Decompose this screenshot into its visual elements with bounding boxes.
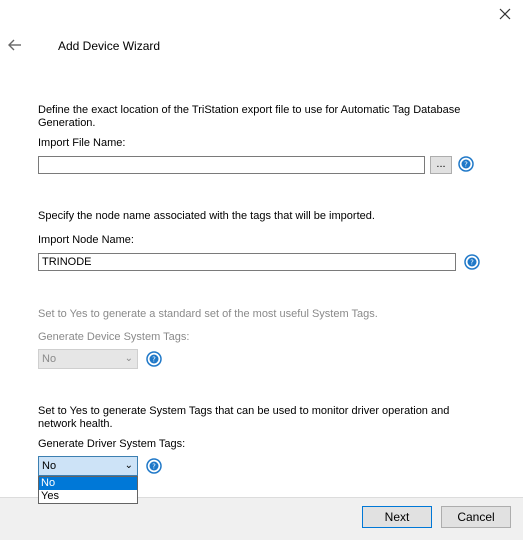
driver-tags-value: No [42,460,57,472]
driver-tags-dropdown: No Yes [38,476,138,504]
svg-text:?: ? [152,463,156,471]
next-button[interactable]: Next [362,506,432,528]
driver-tags-description: Set to Yes to generate System Tags that … [38,405,450,430]
chevron-down-icon: ⌄ [124,353,133,364]
device-tags-label: Generate Device System Tags: [38,331,190,343]
browse-button[interactable]: ... [430,156,452,174]
node-name-input[interactable]: TRINODE [38,253,456,271]
page-title: Add Device Wizard [58,39,161,53]
driver-tags-label: Generate Driver System Tags: [38,438,186,450]
cancel-button[interactable]: Cancel [441,506,511,528]
svg-text:?: ? [470,259,474,267]
back-arrow-icon[interactable] [8,38,22,52]
help-icon[interactable]: ? [146,351,162,367]
dropdown-option-yes[interactable]: Yes [39,490,137,503]
node-label: Import Node Name: [38,234,134,246]
device-tags-description: Set to Yes to generate a standard set of… [38,308,378,320]
node-description: Specify the node name associated with th… [38,210,375,222]
device-tags-select: No ⌄ [38,349,138,369]
help-icon[interactable]: ? [464,254,480,270]
svg-text:?: ? [152,356,156,364]
help-icon[interactable]: ? [458,156,474,172]
device-tags-value: No [42,353,57,365]
svg-text:?: ? [464,161,468,169]
driver-tags-select[interactable]: No ⌄ [38,456,138,476]
import-file-label: Import File Name: [38,137,126,149]
help-icon[interactable]: ? [146,458,162,474]
chevron-down-icon: ⌄ [124,460,133,471]
close-icon[interactable] [497,6,513,22]
import-file-input[interactable] [38,156,425,174]
dropdown-option-no[interactable]: No [39,477,137,490]
import-file-description: Define the exact location of the TriStat… [38,104,461,129]
